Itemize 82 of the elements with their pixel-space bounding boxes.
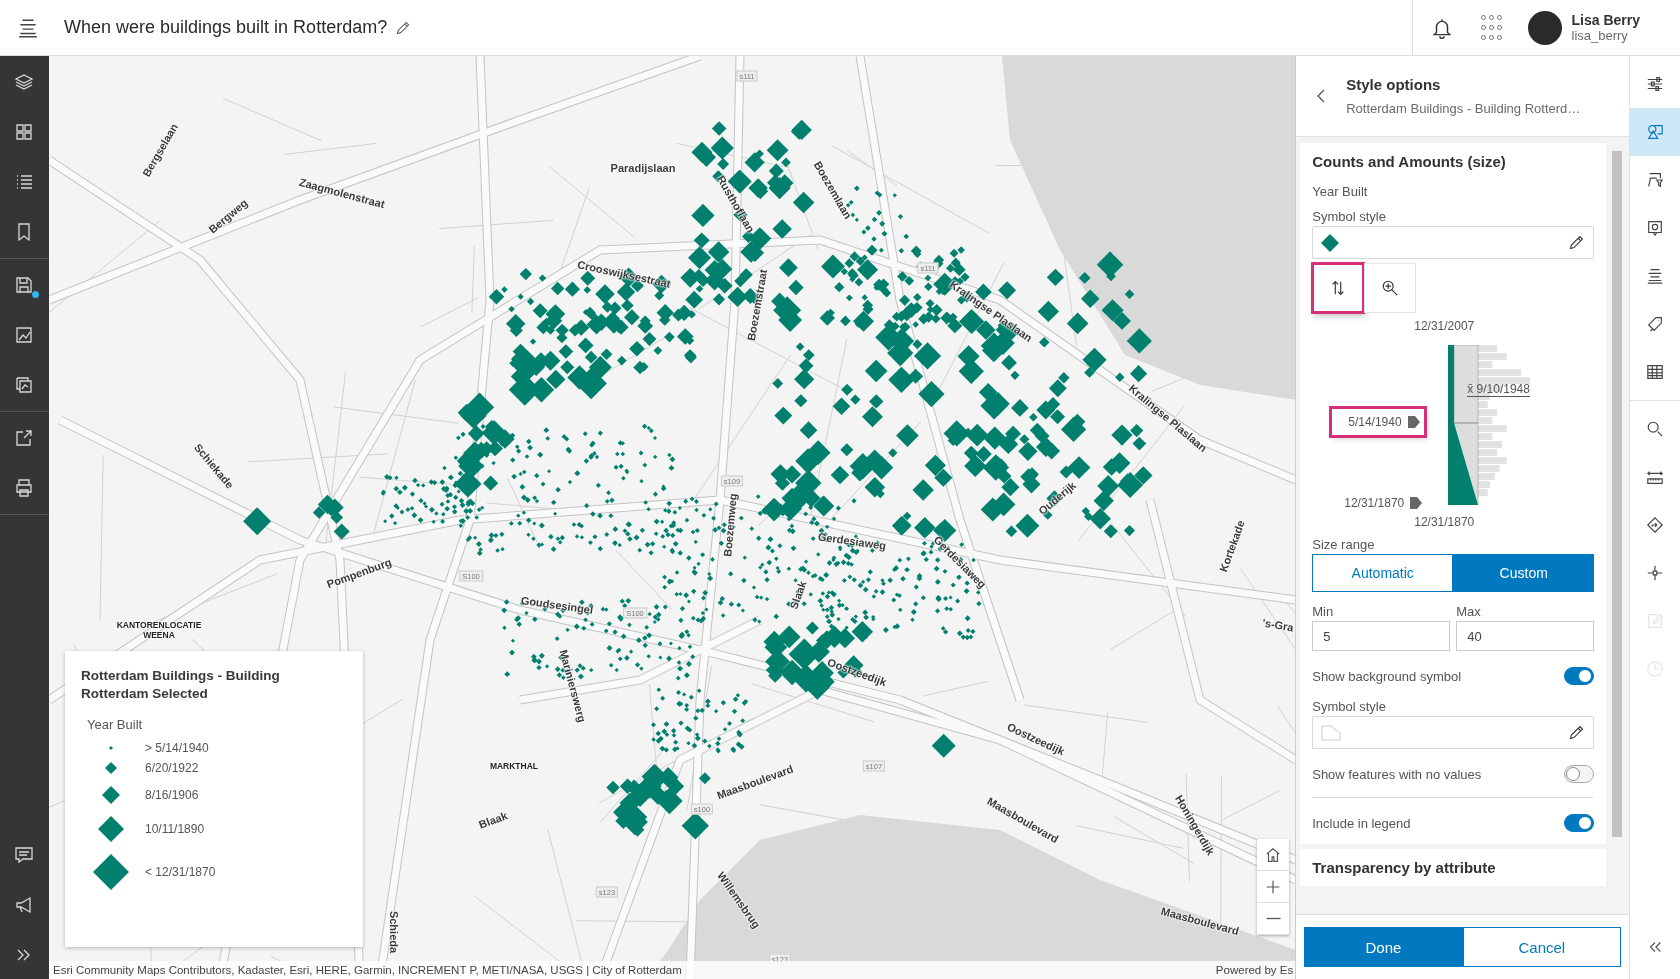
minus-icon (1265, 917, 1281, 920)
street-label: Goudsesingel (520, 594, 594, 616)
legend-label: < 12/31/1870 (144, 865, 216, 879)
notifications-icon[interactable] (1430, 16, 1453, 39)
symbol-style-field[interactable] (1312, 226, 1595, 259)
min-label: Min (1312, 604, 1335, 619)
attribution: Esri Community Maps Contributors, Kadaster, Esri, HERE, Garmin, INCREMENT P, METI/NASA, USGS | City of Rotterdam (52, 964, 682, 976)
card-title: Counts and Amounts (size) (1312, 153, 1507, 170)
diamond-icon (1321, 233, 1340, 252)
user-name: Lisa Berry (1571, 12, 1640, 28)
done-button[interactable]: Done (1304, 927, 1463, 967)
layers-icon[interactable] (14, 72, 35, 92)
max-input[interactable]: 40 (1456, 621, 1595, 651)
panel-subtitle: Rotterdam Buildings - Building Rotterd… (1346, 101, 1581, 116)
chart-icon[interactable] (14, 325, 35, 345)
street-label: Blaak (477, 809, 509, 831)
share-icon[interactable] (14, 428, 35, 448)
histogram-max-label: 12/31/2007 (1414, 319, 1475, 333)
toggle-switch[interactable] (1564, 765, 1595, 783)
average-label: x̄ 9/10/1948 (1467, 382, 1530, 397)
street-label: Schieda (387, 910, 400, 954)
legend-label: 10/11/1890 (144, 822, 205, 836)
grid-icon[interactable] (14, 122, 35, 142)
chevron-left-icon (1317, 89, 1326, 103)
legend-label: 6/20/1922 (144, 761, 199, 775)
field-label: Year Built (1312, 184, 1369, 199)
zoom-histogram-button[interactable] (1364, 263, 1417, 313)
panel-title: Style options (1346, 76, 1442, 93)
diamond-icon (104, 762, 117, 774)
map-title: When were buildings built in Rotterdam? (64, 17, 388, 38)
section-header[interactable]: Transparency by attribute (1300, 849, 1607, 886)
legend-field: Year Built (86, 717, 347, 732)
slider-handle[interactable] (1410, 497, 1423, 509)
legend-label: 8/16/1906 (144, 788, 199, 802)
avatar[interactable] (1527, 10, 1562, 45)
handle-label: 12/31/1870 (1344, 496, 1405, 510)
diamond-icon (101, 786, 120, 804)
status-dot (32, 291, 40, 298)
street-label: Boezemweg (721, 492, 739, 558)
toggle-switch[interactable] (1564, 667, 1595, 685)
diamond-icon (92, 854, 129, 890)
zoom-in-icon (1381, 279, 1400, 297)
home-icon (1264, 845, 1283, 864)
outline-shape-icon (1321, 724, 1342, 741)
comment-icon[interactable] (14, 845, 35, 865)
street-label: 's-Gra (1261, 616, 1295, 634)
symbol-style-label: Symbol style (1312, 209, 1387, 224)
symbol-style-field[interactable] (1312, 716, 1595, 749)
save-icon[interactable] (14, 275, 35, 295)
street-label: Slaak (787, 579, 809, 611)
size-range-label: Size range (1312, 537, 1376, 552)
edit-title-icon[interactable] (395, 19, 412, 36)
place-label: KANTORENLOCATIE WEENA (115, 620, 203, 640)
place-label: MARKTHAL (488, 761, 540, 771)
copies-icon[interactable] (14, 375, 35, 395)
diamond-icon (97, 816, 124, 842)
size-range-option[interactable]: Automatic (1312, 554, 1454, 592)
slider-handle[interactable] (1407, 416, 1420, 428)
edit-icon[interactable] (1568, 724, 1586, 741)
user-id: lisa_berry (1571, 28, 1629, 43)
max-label: Max (1456, 604, 1482, 619)
home-button[interactable] (1257, 839, 1290, 871)
toggle-switch[interactable] (1564, 814, 1595, 832)
histogram-min-label: 12/31/1870 (1414, 515, 1475, 529)
edit-icon[interactable] (1568, 234, 1586, 251)
handle-label: 5/14/1940 (1348, 415, 1402, 429)
cancel-button[interactable]: Cancel (1462, 927, 1622, 967)
legend-label: > 5/14/1940 (144, 741, 209, 755)
list-icon[interactable] (14, 172, 35, 192)
powered-by-link[interactable]: Powered by Es (1215, 964, 1294, 976)
print-icon[interactable] (14, 478, 35, 498)
street-label: Paradijslaan (610, 162, 676, 174)
invert-button[interactable] (1312, 263, 1365, 313)
scrollbar[interactable] (1612, 151, 1623, 837)
min-input[interactable]: 5 (1312, 621, 1451, 651)
toggle-label: Include in legend (1312, 815, 1411, 831)
legend-title: Rotterdam Buildings - Building Rotterdam Selected (80, 667, 281, 703)
symbol-style-label: Symbol style (1312, 699, 1387, 714)
size-range-option[interactable]: Custom (1453, 554, 1595, 592)
diamond-icon (108, 746, 113, 750)
toggle-label: Show features with no values (1312, 766, 1482, 782)
toggle-label: Show background symbol (1312, 668, 1462, 684)
